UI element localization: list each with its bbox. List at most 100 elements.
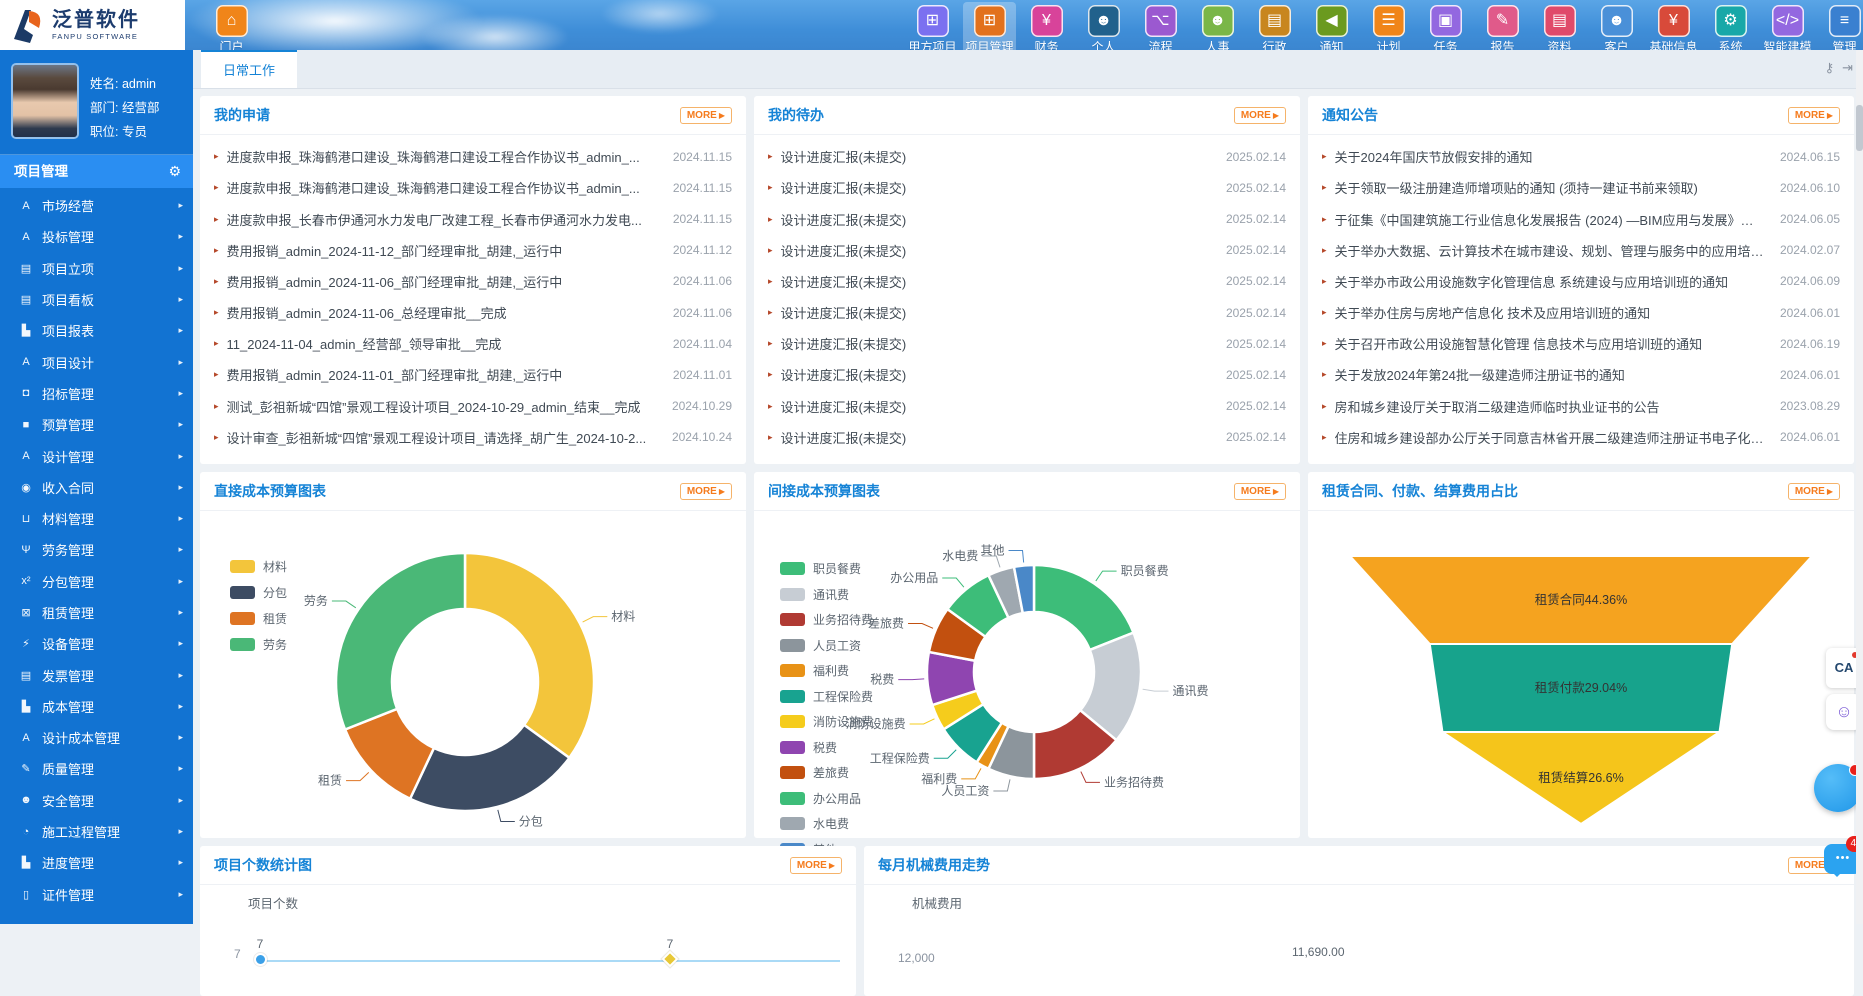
sidebar-item-预算管理[interactable]: ■预算管理▸ [0, 409, 193, 440]
list-item[interactable]: ▸设计审查_彭祖新城“四馆”景观工程设计项目_请选择_胡广生_2024-10-2… [214, 428, 732, 447]
list-item[interactable]: ▸费用报销_admin_2024-11-06_总经理审批__完成2024.11.… [214, 303, 732, 322]
settings-gear-icon[interactable]: ⚙ [168, 155, 181, 188]
data-point[interactable]: 7 [650, 937, 690, 965]
sidebar-item-项目设计[interactable]: A项目设计▸ [0, 346, 193, 377]
sidebar-item-label: 招标管理 [42, 384, 94, 403]
nav-item-系统[interactable]: ⚙系统 [1702, 2, 1759, 50]
nav-item-基础信息[interactable]: ¥基础信息 [1645, 2, 1702, 50]
sidebar-item-成本管理[interactable]: ▙成本管理▸ [0, 691, 193, 722]
sidebar-item-安全管理[interactable]: ☻安全管理▸ [0, 785, 193, 816]
list-item[interactable]: ▸费用报销_admin_2024-11-06_部门经理审批_胡建,_运行中202… [214, 272, 732, 291]
list-item[interactable]: ▸进度款申报_珠海鹤港口建设_珠海鹤港口建设工程合作协议书_admin_...2… [214, 178, 732, 197]
more-button[interactable]: MORE ▶ [1788, 107, 1840, 124]
sidebar-item-设计成本管理[interactable]: A设计成本管理▸ [0, 722, 193, 753]
list-item[interactable]: ▸设计进度汇报(未提交)2025.02.14 [768, 303, 1286, 322]
list-item[interactable]: ▸进度款申报_长春市伊通河水力发电厂改建工程_长春市伊通河水力发电...2024… [214, 210, 732, 229]
sidebar-item-投标管理[interactable]: A投标管理▸ [0, 221, 193, 252]
list-item[interactable]: ▸设计进度汇报(未提交)2025.02.14 [768, 178, 1286, 197]
sidebar-item-项目看板[interactable]: ▤项目看板▸ [0, 284, 193, 315]
list-item[interactable]: ▸关于召开市政公用设施智慧化管理 信息技术与应用培训班的通知2024.06.19 [1322, 334, 1840, 353]
list-item-text: 设计进度汇报(未提交) [781, 210, 1212, 229]
list-item[interactable]: ▸进度款申报_珠海鹤港口建设_珠海鹤港口建设工程合作协议书_admin_...2… [214, 147, 732, 166]
sidebar-item-项目立项[interactable]: ▤项目立项▸ [0, 253, 193, 284]
list-item[interactable]: ▸住房和城乡建设部办公厅关于同意吉林省开展二级建造师注册证书电子化试点...20… [1322, 428, 1840, 447]
sidebar-item-设备管理[interactable]: ⚡设备管理▸ [0, 628, 193, 659]
more-button[interactable]: MORE ▶ [680, 483, 732, 500]
nav-item-计划[interactable]: ☰计划 [1360, 2, 1417, 50]
nav-item-个人[interactable]: ☻个人 [1075, 2, 1132, 50]
nav-item-门户[interactable]: ⌂门户 [203, 2, 260, 50]
list-item[interactable]: ▸关于举办市政公用设施数字化管理信息 系统建设与应用培训班的通知2024.06.… [1322, 272, 1840, 291]
nav-item-财务[interactable]: ¥财务 [1018, 2, 1075, 50]
nav-item-任务[interactable]: ▣任务 [1417, 2, 1474, 50]
more-button[interactable]: MORE ▶ [680, 107, 732, 124]
chevron-right-icon: ▸ [178, 513, 183, 524]
list-item[interactable]: ▸关于2024年国庆节放假安排的通知2024.06.15 [1322, 147, 1840, 166]
list-item[interactable]: ▸设计进度汇报(未提交)2025.02.14 [768, 397, 1286, 416]
list-item-text: 设计进度汇报(未提交) [781, 334, 1212, 353]
list-item[interactable]: ▸设计进度汇报(未提交)2025.02.14 [768, 241, 1286, 260]
list-item[interactable]: ▸测试_彭祖新城“四馆”景观工程设计项目_2024-10-29_admin_结束… [214, 397, 732, 416]
sidebar-item-质量管理[interactable]: ✎质量管理▸ [0, 753, 193, 784]
nav-item-智能建模[interactable]: </>智能建模 [1759, 2, 1816, 50]
sidebar-item-租赁管理[interactable]: ⊠租赁管理▸ [0, 597, 193, 628]
list-item[interactable]: ▸关于举办住房与房地产信息化 技术及应用培训班的通知2024.06.01 [1322, 303, 1840, 322]
avatar[interactable] [13, 65, 77, 137]
nav-item-甲方项目[interactable]: ⊞甲方项目 [904, 2, 961, 50]
more-button[interactable]: MORE ▶ [1788, 483, 1840, 500]
sidebar-item-材料管理[interactable]: ⊔材料管理▸ [0, 503, 193, 534]
list-item[interactable]: ▸11_2024-11-04_admin_经营部_领导审批__完成2024.11… [214, 334, 732, 353]
nav-item-资料[interactable]: ▤资料 [1531, 2, 1588, 50]
data-point[interactable]: 7 [240, 937, 280, 966]
pin-tab-icon[interactable]: ⇥ [1842, 60, 1853, 76]
nav-item-流程[interactable]: ⌥流程 [1132, 2, 1189, 50]
scrollbar-track[interactable] [1856, 50, 1863, 924]
list-item[interactable]: ▸关于领取一级注册建造师增项贴的通知 (须持一建证书前来领取)2024.06.1… [1322, 178, 1840, 197]
list-item[interactable]: ▸设计进度汇报(未提交)2025.02.14 [768, 365, 1286, 384]
sidebar-item-招标管理[interactable]: ◘招标管理▸ [0, 378, 193, 409]
sidebar-item-施工过程管理[interactable]: ◔施工过程管理▸ [0, 816, 193, 847]
list-item[interactable]: ▸设计进度汇报(未提交)2025.02.14 [768, 210, 1286, 229]
nav-item-行政[interactable]: ▤行政 [1246, 2, 1303, 50]
sidebar-item-项目报表[interactable]: ▙项目报表▸ [0, 315, 193, 346]
more-button[interactable]: MORE ▶ [1234, 483, 1286, 500]
sidebar-item-分包管理[interactable]: x²分包管理▸ [0, 566, 193, 597]
list-item[interactable]: ▸关于举办大数据、云计算技术在城市建设、规划、管理与服务中的应用培训班...20… [1322, 241, 1840, 260]
nav-item-管理[interactable]: ≡管理 [1816, 2, 1863, 50]
sidebar-item-发票管理[interactable]: ▤发票管理▸ [0, 659, 193, 690]
help-bubble-button[interactable] [1814, 764, 1862, 812]
nav-item-项目管理[interactable]: ⊞项目管理 [961, 2, 1018, 50]
sidebar-item-证件管理[interactable]: ▯证件管理▸ [0, 879, 193, 910]
list-item[interactable]: ▸设计进度汇报(未提交)2025.02.14 [768, 272, 1286, 291]
tab-daily-work[interactable]: 日常工作 [201, 50, 297, 88]
list-item[interactable]: ▸房和城乡建设厅关于取消二级建造师临时执业证书的公告2023.08.29 [1322, 397, 1840, 416]
list-item-text: 关于举办市政公用设施数字化管理信息 系统建设与应用培训班的通知 [1335, 272, 1766, 291]
donut-slice-劳务[interactable] [336, 553, 465, 729]
list-item-text: 房和城乡建设厅关于取消二级建造师临时执业证书的公告 [1335, 397, 1766, 416]
list-item[interactable]: ▸设计进度汇报(未提交)2025.02.14 [768, 334, 1286, 353]
system-gear-icon: ⚙ [1715, 5, 1747, 37]
list-item[interactable]: ▸设计进度汇报(未提交)2025.02.14 [768, 147, 1286, 166]
more-button[interactable]: MORE ▶ [790, 857, 842, 874]
nav-item-人事[interactable]: ☻人事 [1189, 2, 1246, 50]
sidebar-item-劳务管理[interactable]: Ψ劳务管理▸ [0, 534, 193, 565]
list-item[interactable]: ▸于征集《中国建筑施工行业信息化发展报告 (2024) —BIM应用与发展》材料… [1322, 210, 1840, 229]
list-item[interactable]: ▸费用报销_admin_2024-11-12_部门经理审批_胡建,_运行中202… [214, 241, 732, 260]
list-item[interactable]: ▸设计进度汇报(未提交)2025.02.14 [768, 428, 1286, 447]
direct-cost-donut-chart: 材料分包租赁劳务 [200, 510, 746, 838]
scrollbar-thumb[interactable] [1856, 105, 1863, 151]
nav-item-客户[interactable]: ☻客户 [1588, 2, 1645, 50]
list-item[interactable]: ▸费用报销_admin_2024-11-01_部门经理审批_胡建,_运行中202… [214, 365, 732, 384]
donut-slice-材料[interactable] [465, 553, 594, 758]
sidebar-item-label: 材料管理 [42, 509, 94, 528]
nav-item-通知[interactable]: ◀通知 [1303, 2, 1360, 50]
sidebar-item-市场经营[interactable]: A市场经营▸ [0, 190, 193, 221]
sidebar-item-进度管理[interactable]: ▙进度管理▸ [0, 847, 193, 878]
list-item[interactable]: ▸关于发放2024年第24批一级建造师注册证书的通知2024.06.01 [1322, 365, 1840, 384]
cloud-decoration [420, 14, 570, 50]
sidebar-item-收入合同[interactable]: ◉收入合同▸ [0, 472, 193, 503]
nav-item-报告[interactable]: ✎报告 [1474, 2, 1531, 50]
sidebar-item-设计管理[interactable]: A设计管理▸ [0, 440, 193, 471]
more-button[interactable]: MORE ▶ [1234, 107, 1286, 124]
key-icon[interactable]: ⚷ [1825, 60, 1835, 76]
